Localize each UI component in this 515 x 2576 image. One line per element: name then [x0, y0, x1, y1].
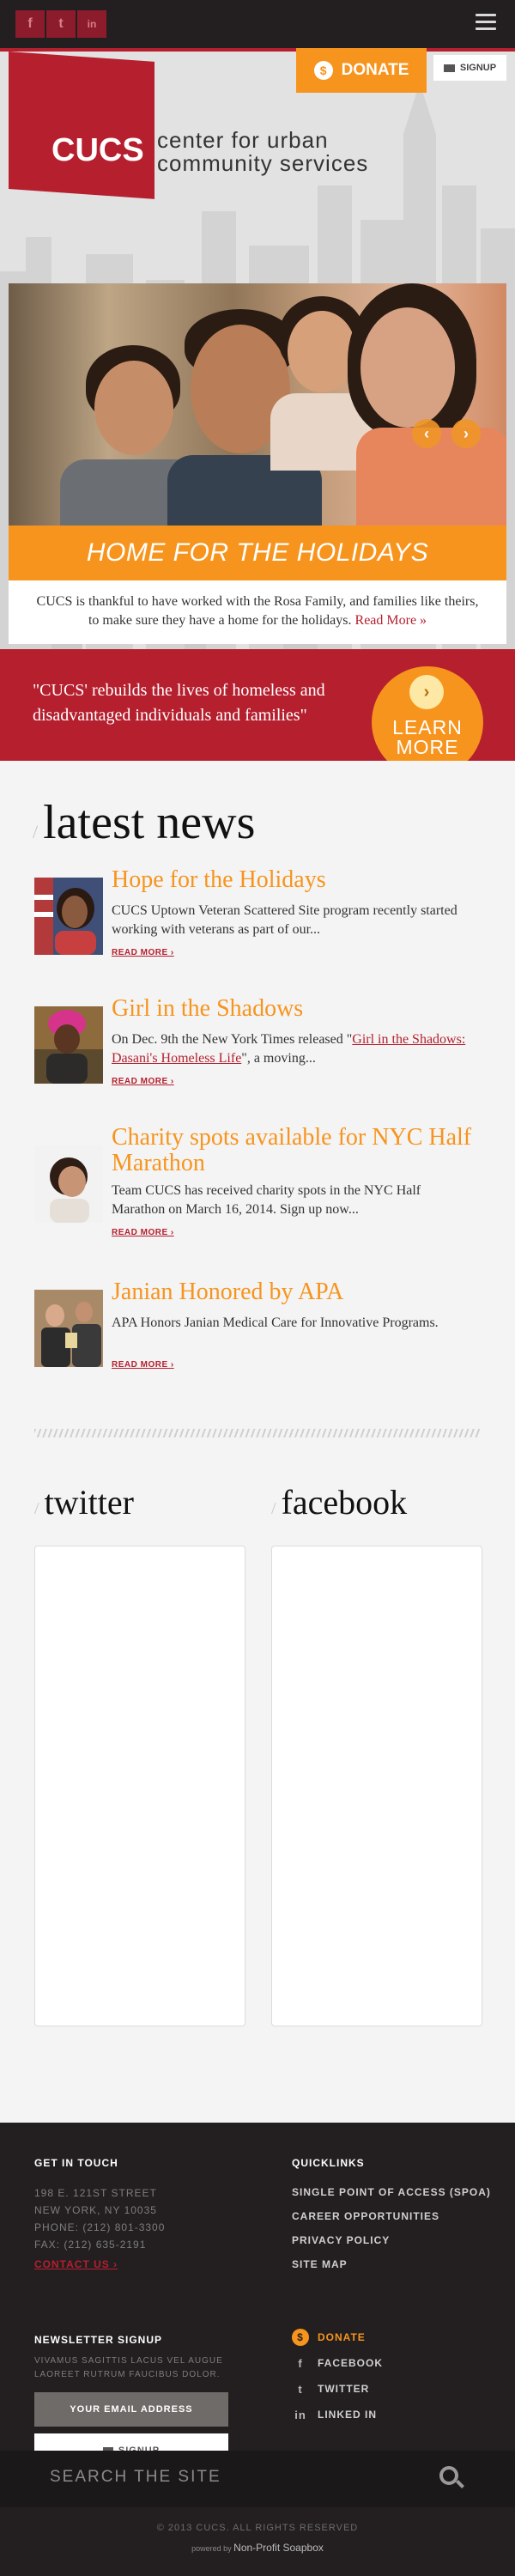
read-more-link[interactable]: READ MORE › — [112, 948, 174, 957]
envelope-icon — [443, 64, 455, 72]
news-title[interactable]: Girl in the Shadows — [112, 996, 481, 1022]
donate-button[interactable]: $ DONATE — [296, 48, 427, 93]
search-input[interactable]: SEARCH THE SITE — [50, 2468, 221, 2487]
twitter-icon: t — [58, 16, 64, 31]
quicklink-sitemap[interactable]: SITE MAP — [292, 2258, 348, 2270]
newsletter-heading: NEWSLETTER SIGNUP — [34, 2334, 163, 2346]
brand-stripe — [0, 48, 515, 52]
signup-button[interactable]: SIGNUP — [433, 55, 506, 81]
news-thumbnail[interactable] — [34, 878, 103, 955]
facebook-feed-widget[interactable] — [271, 1546, 482, 2026]
facebook-link[interactable]: f — [15, 10, 45, 38]
news-item: Charity spots available for NYC Half Mar… — [34, 1125, 481, 1254]
menu-icon[interactable] — [476, 14, 496, 31]
read-more-link[interactable]: READ MORE › — [112, 1228, 174, 1237]
news-excerpt: On Dec. 9th the New York Times released … — [112, 1032, 466, 1066]
hero-photo: ‹ › — [9, 283, 506, 526]
facebook-heading: / facebook — [271, 1483, 408, 1522]
news-excerpt: APA Honors Janian Medical Care for Innov… — [112, 1315, 439, 1330]
read-more-link[interactable]: Read More » — [355, 613, 427, 628]
dollar-icon: $ — [313, 61, 333, 80]
linkedin-icon: in — [294, 2408, 306, 2421]
footer-donate-link[interactable]: $ DONATE — [292, 2329, 366, 2346]
instagram-link[interactable]: in — [77, 10, 106, 38]
hero-caption: CUCS is thankful to have worked with the… — [9, 580, 506, 644]
hero-banner[interactable]: HOME FOR THE HOLIDAYS — [9, 526, 506, 580]
dollar-icon: $ — [292, 2329, 309, 2346]
carousel-next-button[interactable]: › — [451, 419, 481, 448]
copyright: © 2013 CUCS. ALL RIGHTS RESERVED — [156, 2523, 359, 2533]
facebook-icon: f — [27, 16, 33, 31]
news-thumbnail[interactable] — [34, 1290, 103, 1367]
hero-section: CUCS center for urban community services… — [0, 48, 515, 649]
newsletter-text: VIVAMUS SAGITTIS LACUS VEL AUGUE LAOREET… — [34, 2356, 223, 2379]
footer-twitter-link[interactable]: t TWITTER — [292, 2380, 369, 2397]
quicklink-careers[interactable]: CAREER OPPORTUNITIES — [292, 2210, 439, 2222]
news-title[interactable]: Charity spots available for NYC Half Mar… — [112, 1125, 481, 1176]
logo-block — [9, 52, 154, 199]
quicklink-spoa[interactable]: SINGLE POINT OF ACCESS (SPOA) — [292, 2186, 491, 2198]
address: 198 E. 121ST STREET NEW YORK, NY 10035 P… — [34, 2187, 166, 2251]
bottom-bar: © 2013 CUCS. ALL RIGHTS RESERVED powered… — [0, 2507, 515, 2576]
mission-statement: "CUCS' rebuilds the lives of homeless an… — [33, 681, 325, 725]
news-thumbnail[interactable] — [34, 1006, 103, 1084]
logo[interactable]: CUCS — [52, 132, 144, 169]
footer: GET IN TOUCH 198 E. 121ST STREET NEW YOR… — [0, 2123, 515, 2468]
twitter-link[interactable]: t — [46, 10, 76, 38]
news-item: Janian Honored by APA APA Honors Janian … — [34, 1279, 481, 1382]
footer-facebook-link[interactable]: f FACEBOOK — [292, 2354, 383, 2372]
twitter-heading: / twitter — [34, 1483, 134, 1522]
footer-linkedin-link[interactable]: in LINKED IN — [292, 2406, 377, 2423]
read-more-link[interactable]: READ MORE › — [112, 1077, 174, 1086]
quicklink-privacy[interactable]: PRIVACY POLICY — [292, 2234, 390, 2246]
facebook-icon: f — [298, 2356, 303, 2370]
chevron-right-icon: › — [409, 675, 444, 709]
search-bar: SEARCH THE SITE — [0, 2451, 515, 2507]
email-field[interactable]: YOUR EMAIL ADDRESS — [34, 2392, 228, 2427]
section-divider — [34, 1429, 481, 1437]
news-excerpt: CUCS Uptown Veteran Scattered Site progr… — [112, 903, 457, 937]
twitter-icon: t — [298, 2382, 303, 2396]
powered-by[interactable]: powered by Non-Profit Soapbox — [0, 2542, 515, 2554]
mission-strip: "CUCS' rebuilds the lives of homeless an… — [0, 649, 515, 778]
top-bar: f t in — [0, 0, 515, 48]
read-more-link[interactable]: READ MORE › — [112, 1360, 174, 1370]
search-icon[interactable] — [439, 2466, 458, 2485]
news-excerpt: Team CUCS has received charity spots in … — [112, 1183, 421, 1217]
news-title[interactable]: Hope for the Holidays — [112, 867, 481, 893]
contact-heading: GET IN TOUCH — [34, 2157, 118, 2169]
site-tagline: center for urban community services — [157, 127, 369, 176]
contact-us-link[interactable]: CONTACT US › — [34, 2258, 118, 2270]
twitter-feed-widget[interactable] — [34, 1546, 245, 2026]
news-section: / latest news Hope for the Holidays CUCS … — [0, 761, 515, 2123]
social-links: f t in — [15, 10, 108, 38]
carousel-prev-button[interactable]: ‹ — [412, 419, 441, 448]
quicklinks-heading: QUICKLINKS — [292, 2157, 365, 2169]
news-thumbnail[interactable] — [34, 1145, 103, 1223]
news-item: Girl in the Shadows On Dec. 9th the New … — [34, 996, 481, 1099]
news-title[interactable]: Janian Honored by APA — [112, 1279, 481, 1305]
news-item: Hope for the Holidays CUCS Uptown Vetera… — [34, 867, 481, 970]
instagram-icon: in — [87, 18, 97, 30]
news-heading: / latest news — [33, 796, 256, 849]
